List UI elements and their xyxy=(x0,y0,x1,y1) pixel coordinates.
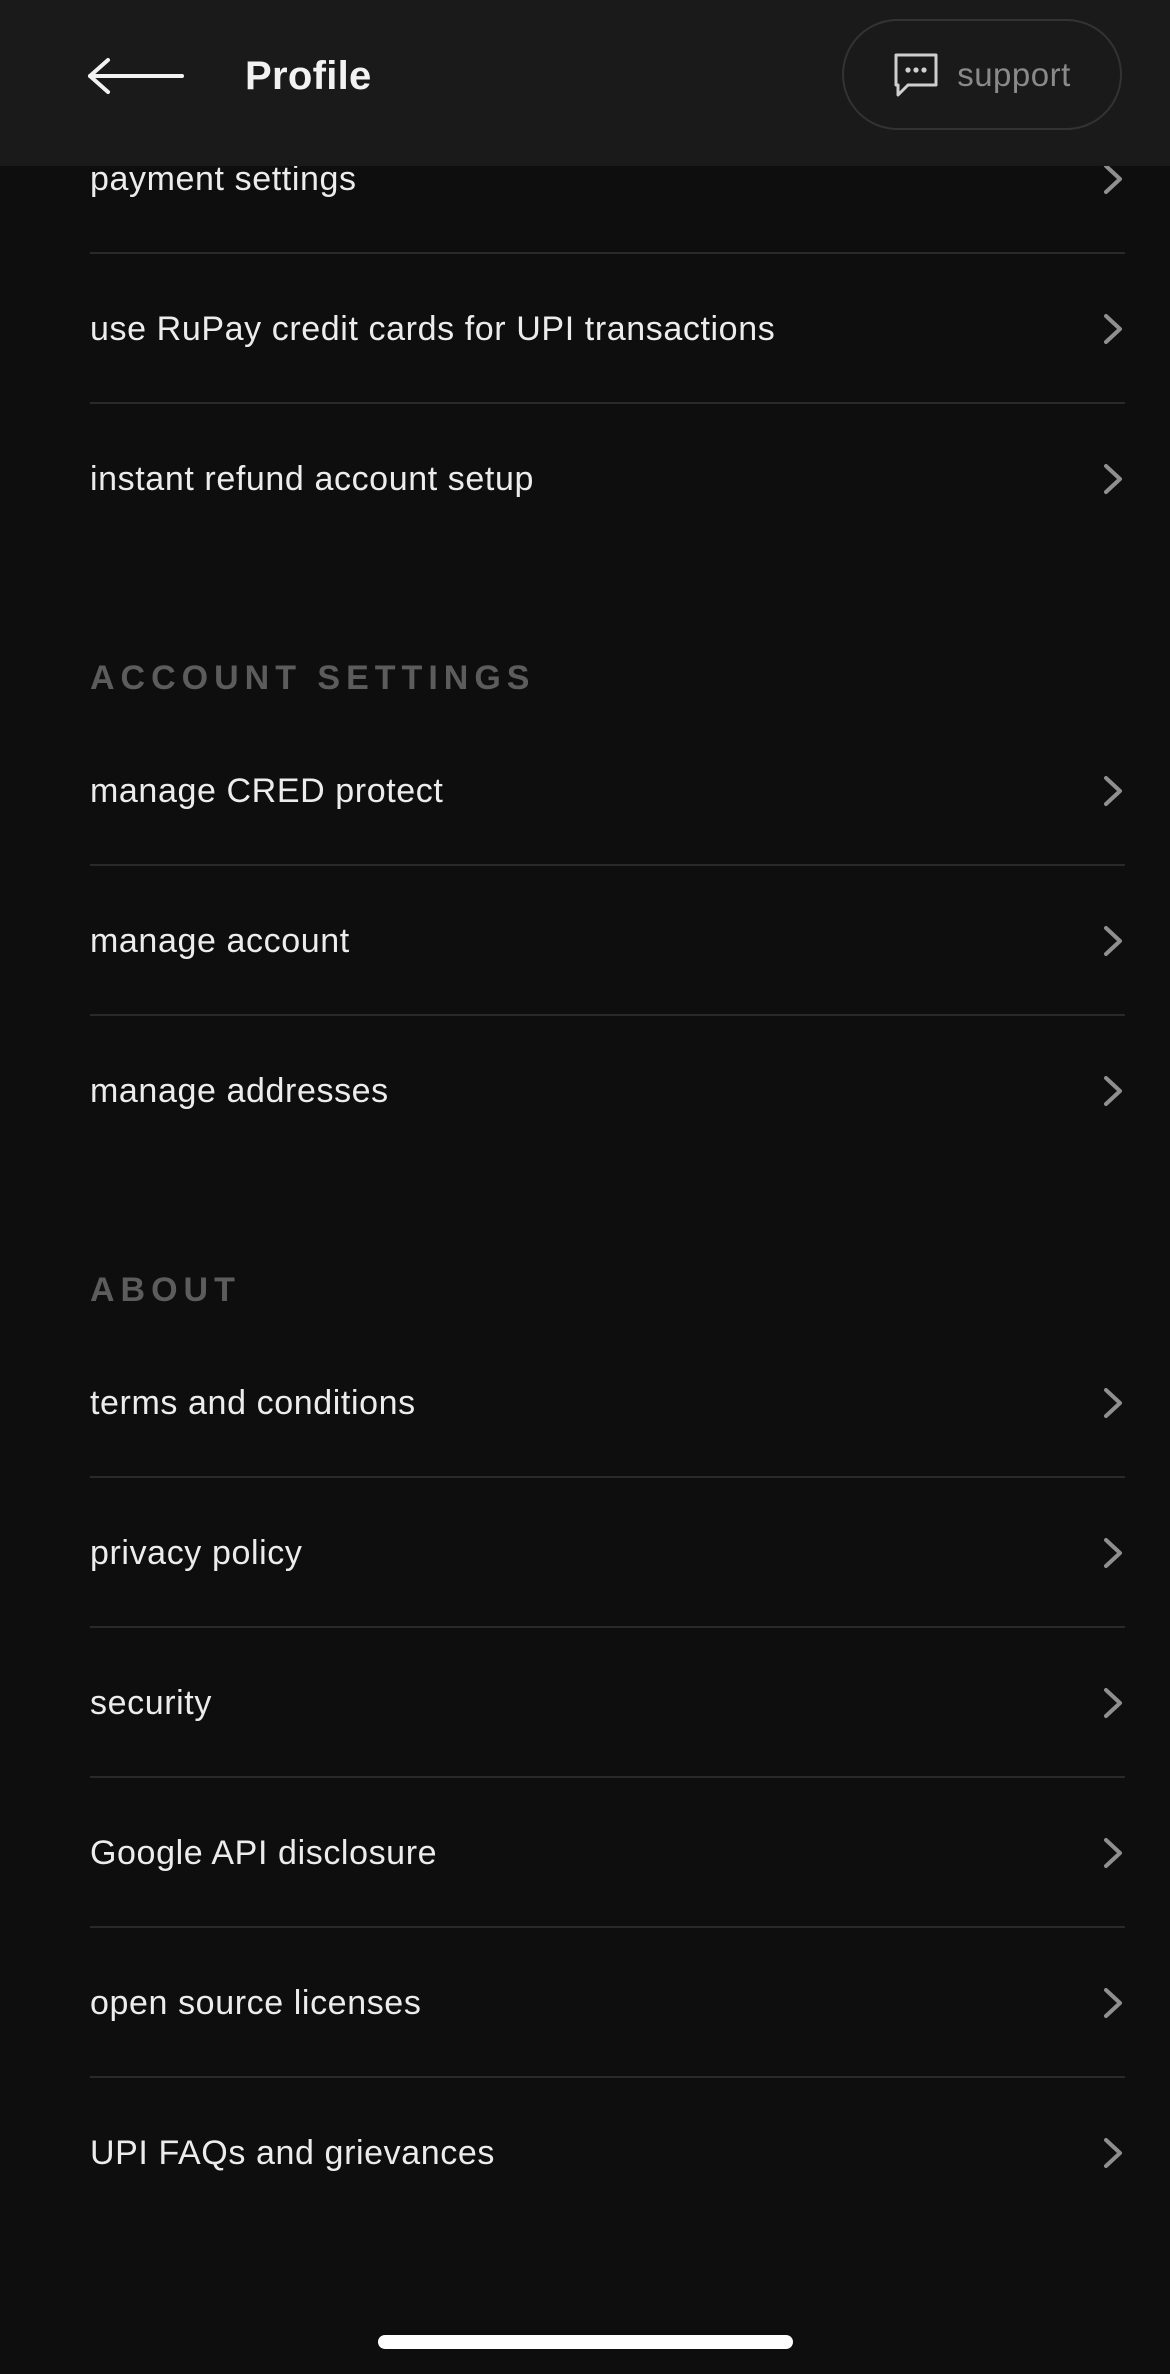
list-item-manage-account[interactable]: manage account xyxy=(90,866,1125,1016)
list-item-security[interactable]: security xyxy=(90,1628,1125,1778)
chat-bubble-icon xyxy=(894,53,938,96)
back-arrow-icon xyxy=(88,58,184,94)
list-item-label: terms and conditions xyxy=(90,1384,416,1422)
list-item-manage-cred-protect[interactable]: manage CRED protect xyxy=(90,716,1125,866)
list-item-label: instant refund account setup xyxy=(90,460,534,498)
list-item-open-source-licenses[interactable]: open source licenses xyxy=(90,1928,1125,2078)
about-list: terms and conditions privacy policy secu… xyxy=(90,1328,1125,2228)
list-item-label: open source licenses xyxy=(90,1984,422,2022)
chevron-right-icon xyxy=(1104,164,1122,194)
chevron-right-icon xyxy=(1104,464,1122,494)
chevron-right-icon xyxy=(1104,314,1122,344)
chevron-right-icon xyxy=(1104,1388,1122,1418)
chevron-right-icon xyxy=(1104,776,1122,806)
list-item-manage-addresses[interactable]: manage addresses xyxy=(90,1016,1125,1166)
chevron-right-icon xyxy=(1104,1538,1122,1568)
list-item-rupay-credit-cards[interactable]: use RuPay credit cards for UPI transacti… xyxy=(90,254,1125,404)
page-title: Profile xyxy=(245,54,372,98)
list-item-upi-faqs-and-grievances[interactable]: UPI FAQs and grievances xyxy=(90,2078,1125,2228)
back-button[interactable] xyxy=(86,46,190,106)
support-label: support xyxy=(957,55,1071,93)
chevron-right-icon xyxy=(1104,1988,1122,2018)
chevron-right-icon xyxy=(1104,1838,1122,1868)
chevron-right-icon xyxy=(1104,926,1122,956)
support-button[interactable]: support xyxy=(842,19,1122,130)
list-item-label: UPI FAQs and grievances xyxy=(90,2134,495,2172)
list-item-google-api-disclosure[interactable]: Google API disclosure xyxy=(90,1778,1125,1928)
list-item-label: security xyxy=(90,1684,212,1722)
home-indicator[interactable] xyxy=(378,2335,793,2349)
chevron-right-icon xyxy=(1104,1688,1122,1718)
section-title-account-settings: ACCOUNT SETTINGS xyxy=(90,659,536,697)
chevron-right-icon xyxy=(1104,1076,1122,1106)
list-item-label: manage CRED protect xyxy=(90,772,444,810)
section-title-about: ABOUT xyxy=(90,1271,241,1309)
account-settings-list: manage CRED protect manage account manag… xyxy=(90,716,1125,1166)
list-item-instant-refund[interactable]: instant refund account setup xyxy=(90,404,1125,554)
chevron-right-icon xyxy=(1104,2138,1122,2168)
list-item-label: manage account xyxy=(90,922,350,960)
top-app-bar: Profile support xyxy=(0,0,1170,166)
payments-list: payment settings use RuPay credit cards … xyxy=(90,104,1125,554)
list-item-privacy-policy[interactable]: privacy policy xyxy=(90,1478,1125,1628)
list-item-terms-and-conditions[interactable]: terms and conditions xyxy=(90,1328,1125,1478)
list-item-label: Google API disclosure xyxy=(90,1834,438,1872)
list-item-label: privacy policy xyxy=(90,1534,303,1572)
list-item-label: use RuPay credit cards for UPI transacti… xyxy=(90,310,776,348)
list-item-label: manage addresses xyxy=(90,1072,389,1110)
